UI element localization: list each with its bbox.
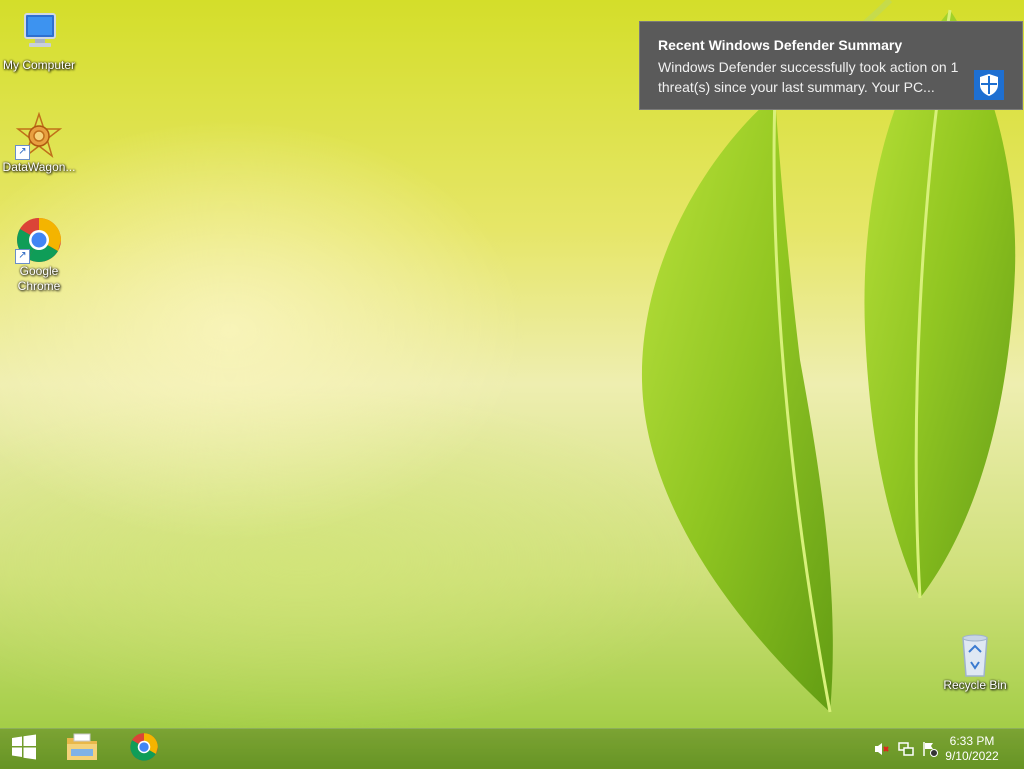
desktop-icon-label: DataWagon... — [2, 160, 76, 174]
desktop-icon-label: My Computer — [2, 58, 76, 72]
shortcut-arrow-icon: ↗ — [15, 249, 30, 264]
taskbar-file-explorer[interactable] — [54, 729, 110, 769]
desktop-icon-label: Recycle Bin — [943, 678, 1007, 692]
taskbar-google-chrome[interactable] — [116, 729, 172, 769]
notification-title: Recent Windows Defender Summary — [658, 37, 903, 53]
desktop-icon-google-chrome[interactable]: ↗ Google Chrome — [0, 216, 78, 294]
chrome-icon: ↗ — [15, 216, 63, 264]
action-center-flag-icon[interactable] — [922, 741, 938, 757]
clock-time: 6:33 PM — [949, 734, 995, 748]
system-clock[interactable]: 6:33 PM 9/10/2022 — [942, 734, 1002, 764]
datawagon-icon: ↗ — [15, 111, 63, 160]
taskbar: 6:33 PM 9/10/2022 — [0, 728, 1024, 769]
desktop-icon-my-computer[interactable]: My Computer — [0, 10, 78, 73]
start-button[interactable] — [0, 729, 48, 769]
desktop-icon-datawagon[interactable]: ↗ DataWagon... — [0, 111, 78, 175]
shortcut-arrow-icon: ↗ — [15, 145, 30, 160]
chrome-icon — [129, 732, 159, 767]
windows-defender-shield-icon — [974, 70, 1004, 100]
windows-start-icon — [11, 734, 37, 765]
computer-icon — [15, 10, 63, 58]
network-icon[interactable] — [898, 741, 914, 757]
file-explorer-icon — [65, 732, 99, 767]
volume-muted-icon[interactable] — [874, 741, 890, 757]
notification-body: Windows Defender successfully took actio… — [658, 59, 959, 95]
defender-notification-toast[interactable]: Recent Windows Defender Summary Windows … — [639, 21, 1023, 110]
desktop-icon-recycle-bin[interactable]: Recycle Bin — [936, 630, 1014, 693]
recycle-bin-icon — [951, 630, 999, 678]
clock-date: 9/10/2022 — [945, 749, 999, 763]
desktop-icon-label: Google Chrome — [17, 264, 61, 293]
